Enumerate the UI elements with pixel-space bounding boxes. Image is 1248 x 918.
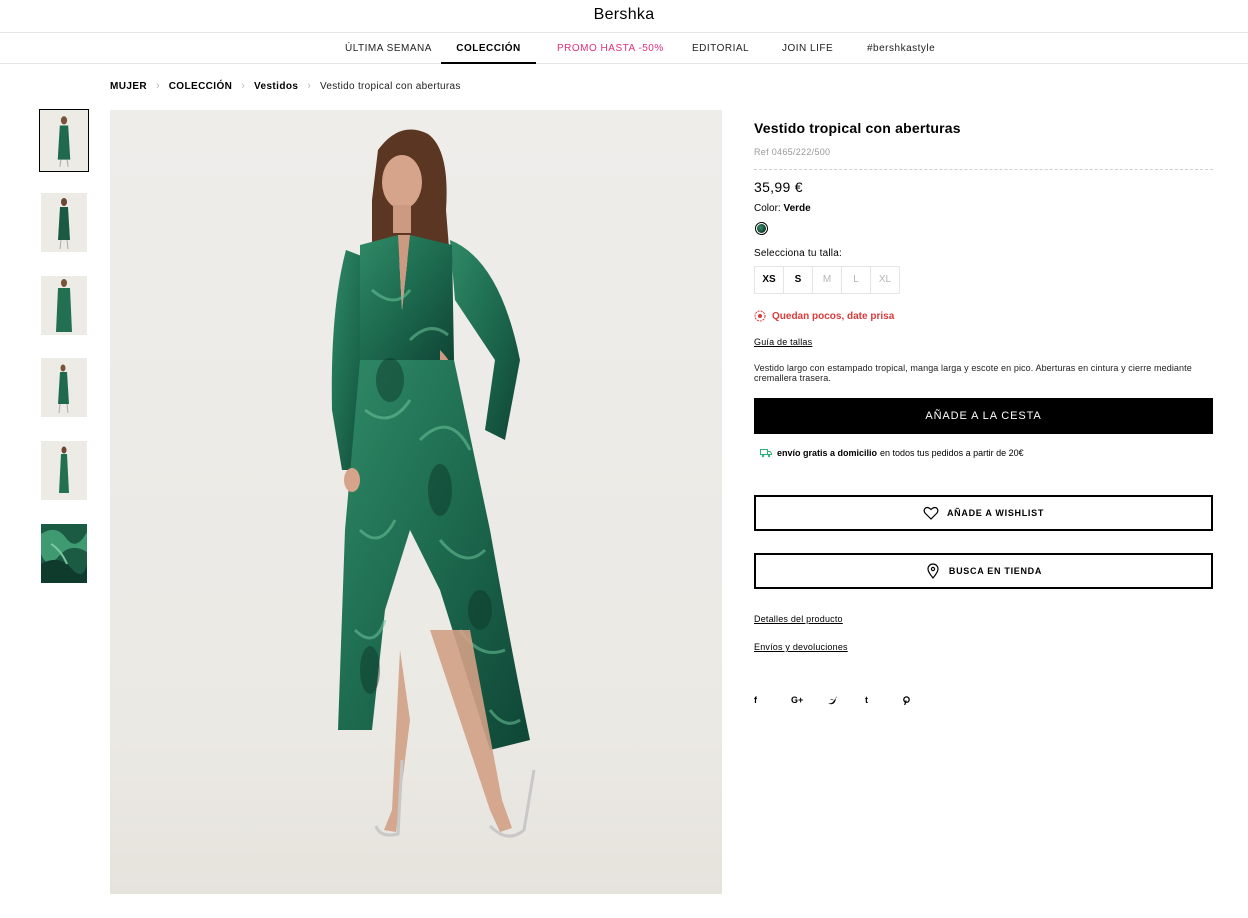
- nav-editorial[interactable]: EDITORIAL: [692, 33, 749, 64]
- header: Bershka: [0, 0, 1248, 33]
- stock-warning: Quedan pocos, date prisa: [754, 310, 894, 322]
- color-swatch-verde[interactable]: [755, 222, 768, 235]
- breadcrumb-coleccion[interactable]: COLECCIÓN: [169, 81, 233, 92]
- wishlist-label: AÑADE A WISHLIST: [946, 508, 1045, 518]
- thumbnail-2[interactable]: [41, 193, 87, 252]
- chevron-right-icon: ›: [156, 80, 160, 92]
- thumbnail-3[interactable]: [41, 276, 87, 335]
- stock-warning-text: Quedan pocos, date prisa: [772, 310, 895, 322]
- size-xs[interactable]: XS: [754, 266, 784, 294]
- color-row: Color: Verde: [754, 203, 811, 214]
- nav-bershkastyle[interactable]: #bershkastyle: [867, 33, 935, 64]
- product-price: 35,99 €: [754, 179, 803, 195]
- shipping-returns-link[interactable]: Envíos y devoluciones: [754, 642, 848, 652]
- product-ref: Ref 0465/222/500: [754, 147, 831, 157]
- thumbnail-1[interactable]: [39, 109, 89, 172]
- thumbnail-5[interactable]: [41, 441, 87, 500]
- shipping-bold-text: envío gratis a domicilio: [777, 448, 878, 458]
- shipping-info: envío gratis a domicilio en todos tus pe…: [760, 448, 1024, 458]
- find-store-label: BUSCA EN TIENDA: [948, 566, 1043, 576]
- thumbnail-4[interactable]: [41, 358, 87, 417]
- tumblr-icon[interactable]: t: [865, 695, 902, 705]
- breadcrumb-vestidos[interactable]: Vestidos: [254, 81, 298, 92]
- location-pin-icon: [927, 563, 939, 579]
- color-label: Color:: [754, 203, 781, 214]
- twitter-icon[interactable]: [828, 696, 865, 705]
- size-guide-link[interactable]: Guía de tallas: [754, 337, 812, 347]
- size-selector: XS S M L XL: [754, 266, 900, 294]
- product-description: Vestido largo con estampado tropical, ma…: [754, 363, 1192, 383]
- nav-promo[interactable]: PROMO HASTA -50%: [557, 33, 664, 64]
- size-l[interactable]: L: [841, 266, 871, 294]
- breadcrumb: MUJER › COLECCIÓN › Vestidos › Vestido t…: [110, 80, 461, 92]
- breadcrumb-current: Vestido tropical con aberturas: [319, 80, 461, 92]
- size-prompt: Selecciona tu talla:: [754, 248, 842, 259]
- chevron-right-icon: ›: [241, 80, 245, 92]
- main-nav: ÚLTIMA SEMANA COLECCIÓN PROMO HASTA -50%…: [0, 33, 1248, 64]
- add-to-cart-button[interactable]: AÑADE A LA CESTA: [754, 398, 1213, 434]
- pinterest-icon[interactable]: [902, 695, 939, 705]
- product-title: Vestido tropical con aberturas: [754, 120, 961, 136]
- size-xl[interactable]: XL: [870, 266, 900, 294]
- social-share: f G+ t: [754, 695, 939, 705]
- product-main-image[interactable]: [110, 110, 722, 894]
- thumbnail-6[interactable]: [41, 524, 87, 583]
- find-in-store-button[interactable]: BUSCA EN TIENDA: [754, 553, 1213, 589]
- low-stock-icon: [754, 310, 766, 322]
- size-s[interactable]: S: [783, 266, 813, 294]
- color-value: Verde: [783, 203, 811, 214]
- shipping-rest-text: en todos tus pedidos a partir de 20€: [880, 448, 1024, 458]
- divider: [754, 169, 1213, 170]
- add-to-wishlist-button[interactable]: AÑADE A WISHLIST: [754, 495, 1213, 531]
- product-details-link[interactable]: Detalles del producto: [754, 614, 843, 624]
- brand-logo[interactable]: Bershka: [0, 6, 1248, 24]
- nav-coleccion[interactable]: COLECCIÓN: [441, 33, 536, 64]
- breadcrumb-mujer[interactable]: MUJER: [110, 81, 147, 92]
- size-m[interactable]: M: [812, 266, 842, 294]
- facebook-icon[interactable]: f: [754, 695, 791, 705]
- google-plus-icon[interactable]: G+: [791, 695, 828, 705]
- nav-join-life[interactable]: JOIN LIFE: [782, 33, 833, 64]
- truck-icon: [760, 449, 772, 458]
- chevron-right-icon: ›: [307, 80, 311, 92]
- heart-icon: [923, 506, 939, 520]
- nav-ultima-semana[interactable]: ÚLTIMA SEMANA: [345, 33, 432, 64]
